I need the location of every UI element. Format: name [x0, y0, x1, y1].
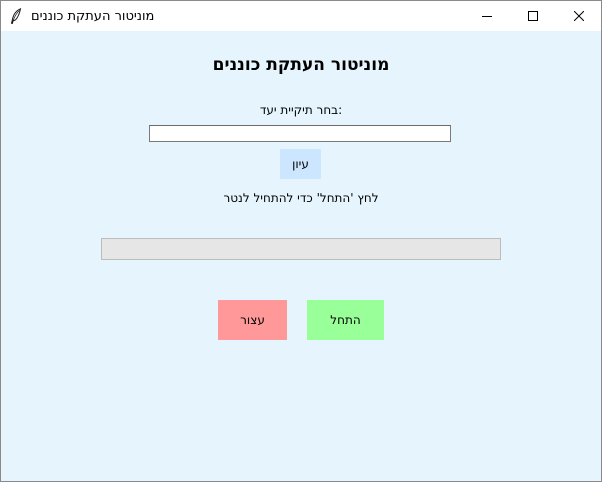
page-title: מוניטור העתקת כוננים: [212, 55, 390, 75]
destination-folder-label: :בחר תיקיית יעד: [259, 103, 343, 117]
close-icon: [574, 11, 584, 21]
minimize-button[interactable]: [464, 1, 510, 31]
window-title: מוניטור העתקת כוננים: [31, 9, 155, 24]
title-bar[interactable]: מוניטור העתקת כוננים: [1, 1, 601, 31]
start-button[interactable]: התחל: [307, 300, 384, 340]
progress-bar: [101, 238, 501, 260]
feather-icon: [10, 7, 22, 24]
close-button[interactable]: [556, 1, 601, 31]
browse-button[interactable]: עיון: [280, 149, 321, 179]
destination-folder-input[interactable]: [149, 125, 451, 142]
stop-button[interactable]: עצור: [218, 300, 287, 340]
status-message: לחץ 'התחל' כדי להתחיל לנטר: [223, 191, 379, 205]
app-window: מוניטור העתקת כוננים מוניטור העתקת כונני…: [0, 0, 602, 482]
maximize-button[interactable]: [510, 1, 556, 31]
minimize-icon: [482, 11, 492, 21]
maximize-icon: [528, 11, 538, 21]
